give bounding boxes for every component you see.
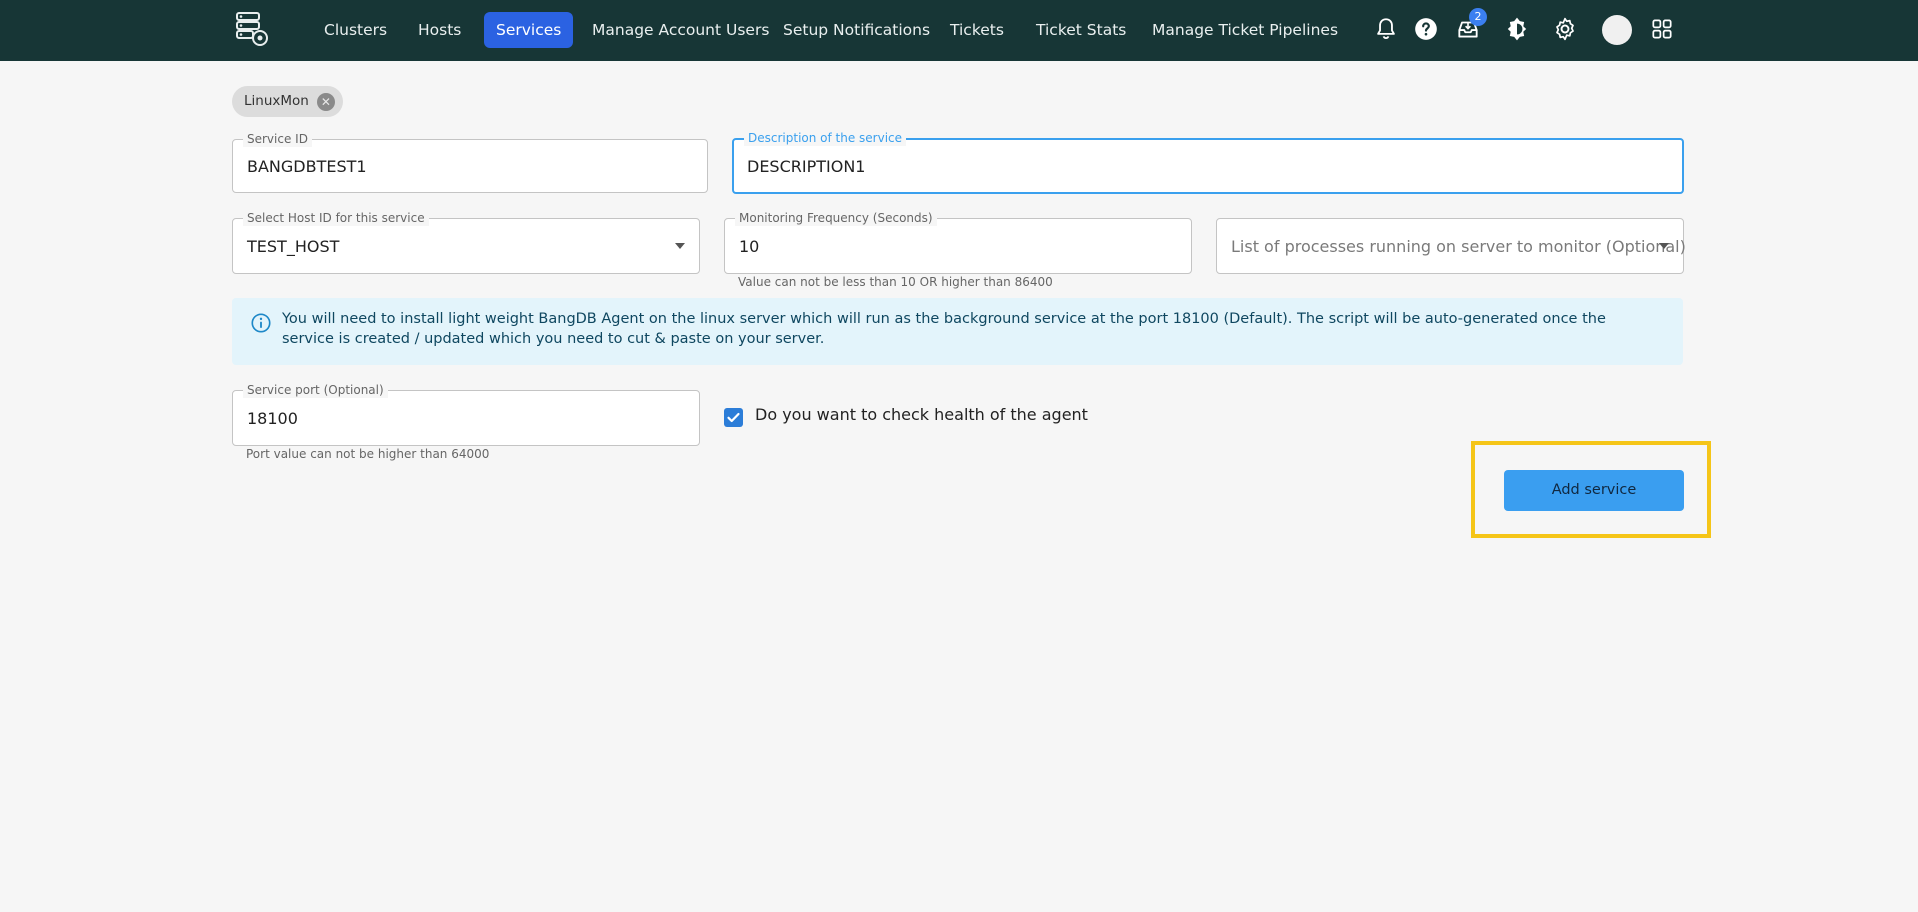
description-field[interactable]: Description of the service DESCRIPTION1 [732,130,1684,194]
description-value: DESCRIPTION1 [747,156,866,176]
monitoring-frequency-value: 10 [739,236,760,256]
top-navbar: Clusters Hosts Services Manage Account U… [0,0,1918,61]
nav-manage-account-users[interactable]: Manage Account Users [580,12,781,48]
chevron-down-icon[interactable] [675,243,685,249]
nav-manage-ticket-pipelines[interactable]: Manage Ticket Pipelines [1140,12,1350,48]
health-check-checkbox[interactable] [724,408,743,427]
chip-label: LinuxMon [244,93,309,109]
help-icon[interactable] [1413,16,1439,42]
processes-select[interactable]: List of processes running on server to m… [1216,218,1686,274]
inbox-badge: 2 [1469,8,1487,26]
app-logo-icon[interactable] [233,10,271,48]
add-service-button[interactable]: Add service [1504,470,1684,511]
nav-ticket-stats[interactable]: Ticket Stats [1024,12,1138,48]
monitoring-frequency-label: Monitoring Frequency (Seconds) [735,210,937,226]
monitoring-frequency-field[interactable]: Monitoring Frequency (Seconds) 10 [724,210,1192,274]
apps-grid-icon[interactable] [1649,16,1675,42]
selected-template-chip: LinuxMon ✕ [232,86,343,117]
nav-tickets[interactable]: Tickets [938,12,1016,48]
service-id-value: BANGDBTEST1 [247,156,367,176]
info-icon [251,313,271,333]
theme-toggle-icon[interactable] [1504,16,1530,42]
host-id-value: TEST_HOST [247,236,340,256]
service-port-field[interactable]: Service port (Optional) 18100 [232,382,700,446]
nav-setup-notifications[interactable]: Setup Notifications [771,12,942,48]
close-icon[interactable]: ✕ [316,92,335,111]
nav-services[interactable]: Services [484,12,574,48]
nav-clusters[interactable]: Clusters [312,12,399,48]
service-port-value: 18100 [247,408,298,428]
bell-icon[interactable] [1373,16,1399,42]
service-port-helper: Port value can not be higher than 64000 [246,447,490,461]
monitoring-frequency-helper: Value can not be less than 10 OR higher … [738,275,1053,289]
gear-icon[interactable] [1552,16,1578,42]
info-alert: You will need to install light weight Ba… [232,298,1683,365]
nav-hosts[interactable]: Hosts [406,12,473,48]
checkmark-icon [727,412,740,423]
service-id-field[interactable]: Service ID BANGDBTEST1 [232,131,708,193]
info-alert-text: You will need to install light weight Ba… [282,311,1606,347]
host-id-select[interactable]: Select Host ID for this service TEST_HOS… [232,210,700,274]
chevron-down-icon[interactable] [1659,243,1669,249]
health-check-label: Do you want to check health of the agent [755,405,1088,424]
processes-placeholder: List of processes running on server to m… [1231,236,1686,256]
avatar[interactable] [1602,15,1632,45]
